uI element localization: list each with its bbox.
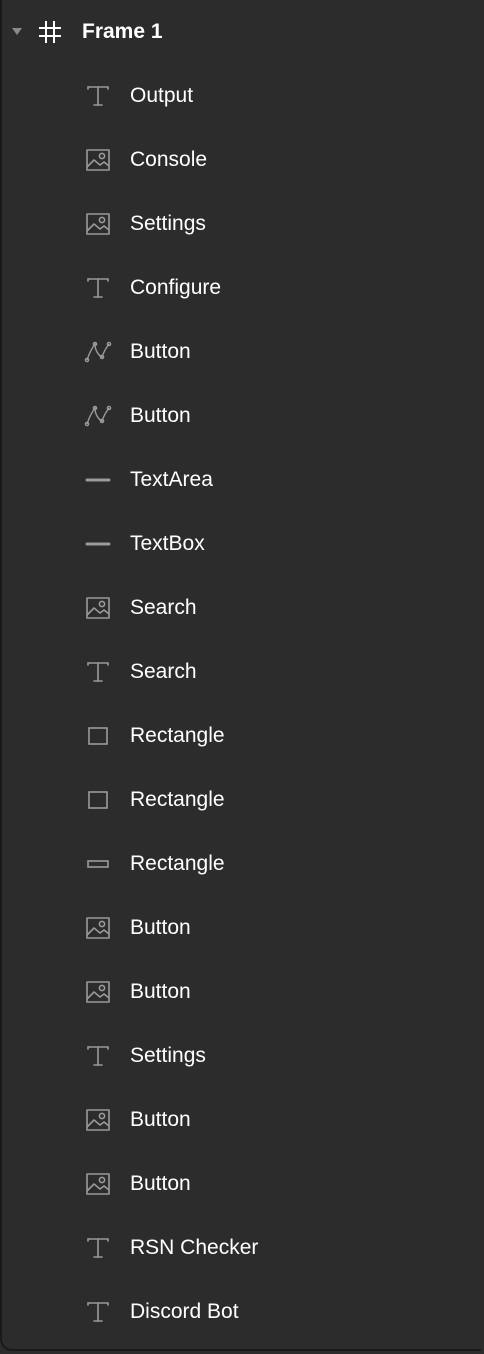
layer-row[interactable]: Button <box>2 960 481 1024</box>
text-icon <box>84 84 112 108</box>
layer-label: Button <box>130 340 191 363</box>
image-icon <box>84 1172 112 1196</box>
layer-label: RSN Checker <box>130 1236 259 1259</box>
vector-path-icon <box>84 404 112 428</box>
rectangle-icon <box>84 724 112 748</box>
layer-row[interactable]: Settings <box>2 1024 481 1088</box>
layer-row[interactable]: RSN Checker <box>2 1216 481 1280</box>
layer-label: Search <box>130 596 197 619</box>
frame-label: Frame 1 <box>82 20 163 43</box>
layers-panel: Frame 1 Output Console Settings Configure Bu… <box>0 0 481 1351</box>
layer-row[interactable]: Search <box>2 576 481 640</box>
layer-label: TextArea <box>130 468 213 491</box>
text-icon <box>84 276 112 300</box>
text-icon <box>84 1044 112 1068</box>
layer-label: Rectangle <box>130 852 225 875</box>
layer-row[interactable]: Output <box>2 64 481 128</box>
frame-grid-icon <box>38 20 62 44</box>
flat-rectangle-icon <box>84 852 112 876</box>
layer-label: Search <box>130 660 197 683</box>
layer-label: TextBox <box>130 532 205 555</box>
layer-row[interactable]: Button <box>2 1152 481 1216</box>
layer-row[interactable]: Console <box>2 128 481 192</box>
text-icon <box>84 660 112 684</box>
text-icon <box>84 1300 112 1324</box>
layer-label: Rectangle <box>130 724 225 747</box>
image-icon <box>84 916 112 940</box>
layer-row[interactable]: TextBox <box>2 512 481 576</box>
layer-row[interactable]: Button <box>2 1088 481 1152</box>
layer-label: Button <box>130 916 191 939</box>
layer-label: Button <box>130 404 191 427</box>
layer-label: Discord Bot <box>130 1300 239 1323</box>
layer-row[interactable]: Button <box>2 320 481 384</box>
layer-row[interactable]: Configure <box>2 256 481 320</box>
image-icon <box>84 1108 112 1132</box>
image-icon <box>84 980 112 1004</box>
image-icon <box>84 212 112 236</box>
layer-label: Output <box>130 84 194 107</box>
caret-down-icon[interactable] <box>12 28 22 35</box>
vector-path-icon <box>84 340 112 364</box>
frame-layer-row[interactable]: Frame 1 <box>2 0 481 64</box>
text-icon <box>84 1236 112 1260</box>
rectangle-icon <box>84 788 112 812</box>
layer-row[interactable]: Settings <box>2 192 481 256</box>
layer-row[interactable]: TextArea <box>2 448 481 512</box>
layer-label: Button <box>130 1108 191 1131</box>
layer-row[interactable]: Rectangle <box>2 768 481 832</box>
image-icon <box>84 596 112 620</box>
layer-row[interactable]: Rectangle <box>2 832 481 896</box>
layer-row[interactable]: Rectangle <box>2 704 481 768</box>
layer-label: Configure <box>130 276 222 299</box>
layer-label: Rectangle <box>130 788 225 811</box>
layer-row[interactable]: Discord Bot <box>2 1280 481 1344</box>
layer-label: Settings <box>130 1044 206 1067</box>
line-icon <box>84 532 112 556</box>
layer-row[interactable]: Button <box>2 896 481 960</box>
layer-row[interactable]: Search <box>2 640 481 704</box>
layer-label: Console <box>130 148 208 171</box>
image-icon <box>84 148 112 172</box>
layer-label: Button <box>130 1172 191 1195</box>
layer-label: Settings <box>130 212 206 235</box>
line-icon <box>84 468 112 492</box>
layer-row[interactable]: Button <box>2 384 481 448</box>
layer-label: Button <box>130 980 191 1003</box>
